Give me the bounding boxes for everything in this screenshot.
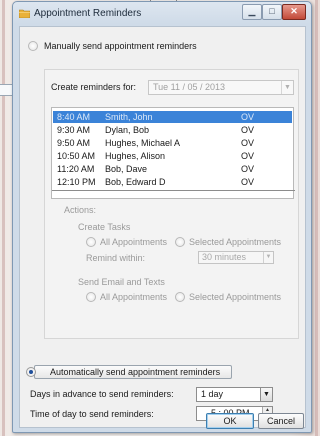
create-reminders-label: Create reminders for: <box>51 82 137 92</box>
appointment-type: OV <box>241 125 255 135</box>
appointment-type: OV <box>241 177 255 187</box>
email-all-label: All Appointments <box>100 292 168 302</box>
chevron-down-icon[interactable]: ▼ <box>260 388 272 401</box>
list-item[interactable]: 11:20 AM Bob, Dave OV <box>53 163 292 175</box>
list-item[interactable]: 10:50 AM Hughes, Alison OV <box>53 150 292 162</box>
appointment-patient: Hughes, Michael A <box>105 138 181 148</box>
reminder-date-value: Tue 11 / 05 / 2013 <box>153 82 226 92</box>
appointment-patient: Bob, Dave <box>105 164 148 174</box>
list-item[interactable]: 9:50 AM Hughes, Michael A OV <box>53 137 292 149</box>
actions-label: Actions: <box>64 205 97 215</box>
appointment-time: 9:50 AM <box>57 138 91 148</box>
tasks-all-label: All Appointments <box>100 237 168 247</box>
auto-radio[interactable] <box>26 367 36 377</box>
appointment-type: OV <box>241 151 255 161</box>
folder-icon <box>19 9 30 18</box>
background-accent <box>315 0 318 436</box>
tasks-selected-label: Selected Appointments <box>189 237 282 247</box>
manual-radio[interactable] <box>28 41 38 51</box>
remind-within-label: Remind within: <box>86 253 146 263</box>
appointment-time: 12:10 PM <box>57 177 96 187</box>
days-advance-label: Days in advance to send reminders: <box>30 389 174 399</box>
email-all-radio[interactable] <box>86 292 96 302</box>
list-divider <box>52 190 295 191</box>
chevron-down-icon[interactable]: ▼ <box>263 252 273 263</box>
maximize-icon: □ <box>269 6 275 16</box>
appointment-type: OV <box>241 112 255 122</box>
minimize-button[interactable]: ▁ <box>242 4 262 20</box>
appointments-list[interactable]: 8:40 AM Smith, John OV 9:30 AM Dylan, Bo… <box>51 107 295 199</box>
days-advance-value: 1 day <box>201 389 224 399</box>
appointment-time: 10:50 AM <box>57 151 96 161</box>
remind-within-value: 30 minutes <box>202 252 247 262</box>
ok-button[interactable]: OK <box>206 413 254 429</box>
tasks-selected-radio[interactable] <box>175 237 185 247</box>
send-email-label: Send Email and Texts <box>78 277 165 287</box>
appointment-reminders-dialog: Appointment Reminders ▁ □ ✕ Manually sen… <box>12 1 312 433</box>
maximize-button[interactable]: □ <box>262 4 282 20</box>
minimize-icon: ▁ <box>248 6 256 16</box>
appointment-patient: Hughes, Alison <box>105 151 166 161</box>
close-icon: ✕ <box>290 6 298 16</box>
appointment-patient: Dylan, Bob <box>105 125 150 135</box>
list-item[interactable]: 12:10 PM Bob, Edward D OV <box>53 176 292 188</box>
email-selected-label: Selected Appointments <box>189 292 282 302</box>
auto-radio-label: Automatically send appointment reminders <box>50 367 221 377</box>
cancel-button[interactable]: Cancel <box>258 413 304 429</box>
list-item[interactable]: 8:40 AM Smith, John OV <box>53 111 292 123</box>
time-of-day-label: Time of day to send reminders: <box>30 409 154 419</box>
appointment-type: OV <box>241 138 255 148</box>
remind-within-select[interactable]: 30 minutes ▼ <box>198 251 274 264</box>
days-advance-select[interactable]: 1 day ▼ <box>196 387 273 402</box>
ok-button-label: OK <box>223 416 237 426</box>
manual-radio-label: Manually send appointment reminders <box>44 41 197 51</box>
appointment-time: 8:40 AM <box>57 112 91 122</box>
background-accent <box>2 0 5 436</box>
title-bar[interactable]: Appointment Reminders ▁ □ ✕ <box>13 2 311 24</box>
appointment-patient: Smith, John <box>105 112 153 122</box>
email-selected-radio[interactable] <box>175 292 185 302</box>
cancel-button-label: Cancel <box>266 416 295 426</box>
chevron-down-icon[interactable]: ▼ <box>281 81 293 94</box>
list-item[interactable]: 9:30 AM Dylan, Bob OV <box>53 124 292 136</box>
tasks-all-radio[interactable] <box>86 237 96 247</box>
appointment-time: 9:30 AM <box>57 125 91 135</box>
dialog-body: Manually send appointment reminders Crea… <box>19 26 306 429</box>
close-button[interactable]: ✕ <box>282 4 306 20</box>
create-tasks-label: Create Tasks <box>78 222 131 232</box>
appointment-time: 11:20 AM <box>57 164 95 174</box>
appointment-patient: Bob, Edward D <box>105 177 166 187</box>
window-title: Appointment Reminders <box>34 8 142 19</box>
reminder-date-picker[interactable]: Tue 11 / 05 / 2013 ▼ <box>148 80 294 95</box>
appointment-type: OV <box>241 164 255 174</box>
auto-send-option[interactable]: Automatically send appointment reminders <box>34 365 232 379</box>
